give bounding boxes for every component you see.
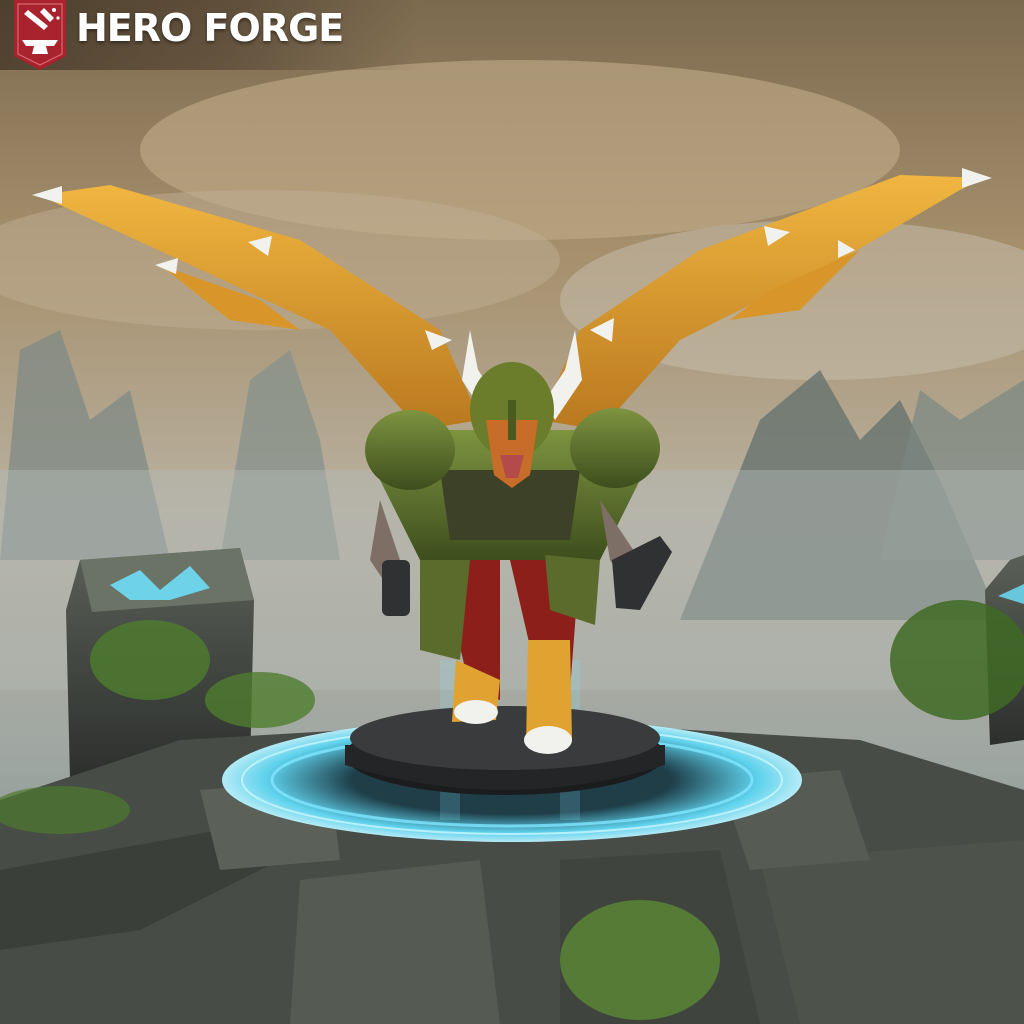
miniature-viewport[interactable]: HERO FORGE xyxy=(0,0,1024,1024)
scene-render xyxy=(0,0,1024,1024)
anvil-shield-icon xyxy=(14,0,66,70)
brand-header[interactable]: HERO FORGE xyxy=(0,0,420,70)
brand-name: HERO FORGE xyxy=(76,6,344,50)
